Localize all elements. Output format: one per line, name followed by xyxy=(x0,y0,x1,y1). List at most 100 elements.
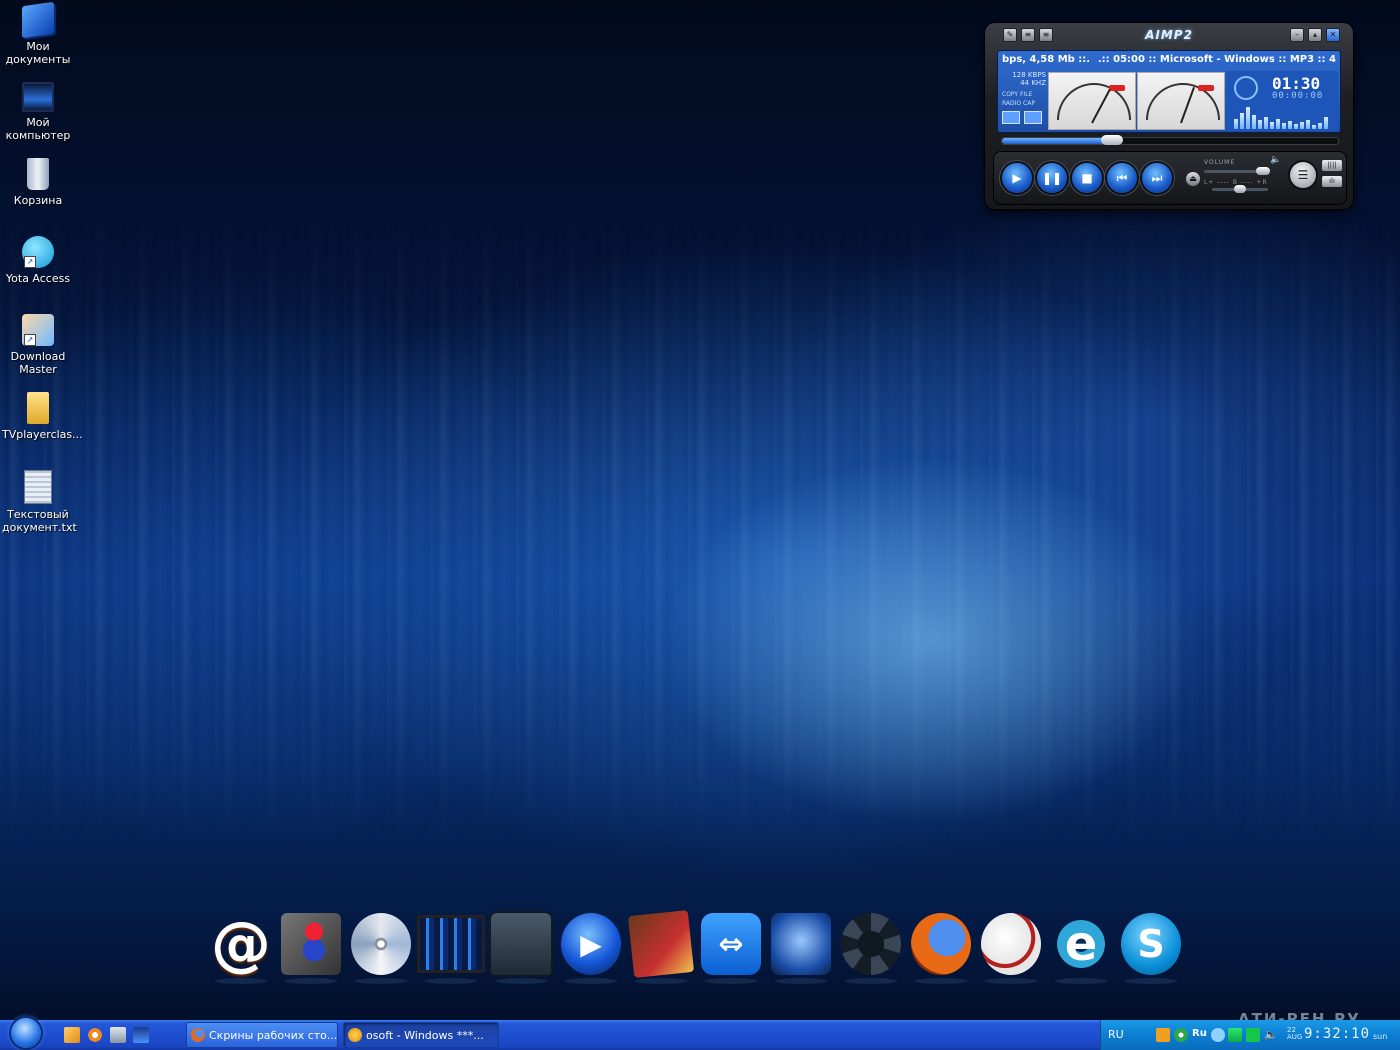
my-computer-icon xyxy=(22,82,54,112)
desktop-icon-label: Корзина xyxy=(13,194,63,207)
desktop-icon-my-computer[interactable]: Мой компьютер xyxy=(2,82,74,142)
seek-progress xyxy=(1002,138,1107,144)
folder-icon xyxy=(27,392,49,424)
tray-aimp-icon[interactable] xyxy=(1156,1028,1170,1042)
pause-icon: ❚❚ xyxy=(1041,171,1063,185)
tray-icq-icon[interactable] xyxy=(1174,1028,1188,1042)
dock-item-monitor[interactable] xyxy=(417,906,485,984)
playlist-toggle-button[interactable]: |||| xyxy=(1322,160,1342,171)
task-label: Скрины рабочих сто... xyxy=(209,1029,338,1042)
volume-label: VOLUME xyxy=(1204,159,1236,166)
dock-item-cards[interactable] xyxy=(627,906,695,984)
aimp-minimize-button[interactable]: – xyxy=(1290,28,1304,42)
dock-item-mario[interactable] xyxy=(277,906,345,984)
next-button[interactable]: ⏭ xyxy=(1142,163,1172,193)
samplerate-text: 44 KHZ xyxy=(1020,79,1046,87)
time-pane: 01:30 00:00:00 xyxy=(1226,71,1338,131)
start-button[interactable] xyxy=(11,1018,41,1048)
quicklaunch-media-icon[interactable] xyxy=(133,1027,149,1043)
balance-slider[interactable] xyxy=(1212,185,1268,193)
quicklaunch-show-desktop-icon[interactable] xyxy=(64,1027,80,1043)
headset-icon xyxy=(771,913,831,975)
next-icon: ⏭ xyxy=(1151,171,1163,185)
vu-meter-right xyxy=(1137,72,1225,130)
tray-yota-icon[interactable] xyxy=(1211,1028,1225,1042)
mario-icon xyxy=(281,913,341,975)
seek-handle[interactable] xyxy=(1101,135,1123,145)
aimp-repeat-button[interactable] xyxy=(1024,111,1042,124)
my-documents-icon xyxy=(22,1,54,39)
seek-bar[interactable] xyxy=(1001,135,1339,145)
desktop-icon-download-master[interactable]: ↗ Download Master xyxy=(2,314,74,376)
desktop-icon-tvplayer-folder[interactable]: TVplayerclas... xyxy=(2,392,83,441)
dock-item-opera[interactable] xyxy=(977,906,1045,984)
eject-icon: ⏏ xyxy=(1189,174,1197,183)
spectrum-analyzer xyxy=(1234,103,1334,129)
power-icon[interactable] xyxy=(1234,76,1258,100)
aimp-close-button[interactable]: ✕ xyxy=(1326,28,1340,42)
dock-item-settings[interactable] xyxy=(837,906,905,984)
desktop-icon-my-documents[interactable]: Мои документы xyxy=(2,1,74,66)
aimp-title-bar[interactable]: ✎ ≡ ≡ AIMP2 – ▴ ✕ xyxy=(985,25,1353,45)
play-icon: ▶ xyxy=(1012,171,1022,185)
desktop-icon-yota-access[interactable]: ↗ Yota Access xyxy=(2,236,74,285)
dock-item-firefox[interactable] xyxy=(907,906,975,984)
firefox-icon xyxy=(191,1028,205,1042)
firefox-icon xyxy=(911,913,971,975)
taskbar-button-aimp[interactable]: osoft - Windows ***... xyxy=(343,1022,499,1048)
dock-item-mail[interactable]: @ xyxy=(207,906,275,984)
stop-icon: ■ xyxy=(1081,171,1093,185)
aimp-display: bps, 4,58 Mb ::. .:: 05:00 :: Microsoft … xyxy=(997,50,1341,133)
desktop-icon-text-document[interactable]: Текстовый документ.txt xyxy=(2,470,77,534)
dock-item-briefcase[interactable] xyxy=(487,906,555,984)
eject-button[interactable]: ⏏ xyxy=(1186,172,1200,186)
menu-button[interactable]: ☰ xyxy=(1290,162,1316,188)
tray-keyboard-layout[interactable]: Ru xyxy=(1192,1028,1207,1039)
tray-network-icon[interactable] xyxy=(1246,1028,1260,1042)
desktop-icon-label: TVplayerclas... xyxy=(2,428,83,441)
desktop-icon-label: Download Master xyxy=(10,350,66,376)
stop-button[interactable]: ■ xyxy=(1072,163,1102,193)
teamviewer-icon: ⇔ xyxy=(701,913,761,975)
ie-icon: e xyxy=(1051,913,1111,975)
desktop-icon-recycle-bin[interactable]: Корзина xyxy=(2,158,74,207)
balance-handle[interactable] xyxy=(1234,185,1246,193)
vu-meter-left xyxy=(1048,72,1136,130)
tray-volume-icon[interactable]: 🔈 xyxy=(1264,1028,1278,1042)
taskbar-button-firefox[interactable]: Скрины рабочих сто... xyxy=(186,1022,338,1048)
tray-day-of-week: sun xyxy=(1373,1032,1388,1041)
dock-item-ie[interactable]: e xyxy=(1047,906,1115,984)
volume-handle[interactable] xyxy=(1256,167,1270,175)
dock-item-skype[interactable]: S xyxy=(1117,906,1185,984)
tray-clock[interactable]: 9:32:10 xyxy=(1304,1026,1370,1042)
flag-radio-text: RADIO CAP xyxy=(1002,100,1035,107)
yota-access-icon: ↗ xyxy=(22,236,54,268)
dock-item-media-player[interactable]: ▶ xyxy=(557,906,625,984)
marquee-left-text: bps, 4,58 Mb ::. xyxy=(1002,54,1091,65)
desktop-icon-label: Текстовый документ.txt xyxy=(2,508,77,534)
dock-item-teamviewer[interactable]: ⇔ xyxy=(697,906,765,984)
speaker-icon[interactable]: 🔈 xyxy=(1270,155,1281,165)
quicklaunch-mail-icon[interactable] xyxy=(87,1027,103,1043)
pause-button[interactable]: ❚❚ xyxy=(1037,163,1067,193)
language-indicator[interactable]: RU xyxy=(1108,1028,1124,1041)
cards-icon xyxy=(627,910,695,978)
tray-download-icon[interactable] xyxy=(1228,1028,1242,1042)
skype-icon: S xyxy=(1121,913,1181,975)
marquee-right-text: .:: 05:00 :: Microsoft - Windows :: MP3 … xyxy=(1097,54,1336,65)
play-button[interactable]: ▶ xyxy=(1002,163,1032,193)
aimp-mode-button[interactable] xyxy=(1002,111,1020,124)
previous-icon: ⏮ xyxy=(1116,171,1128,185)
previous-button[interactable]: ⏮ xyxy=(1107,163,1137,193)
shortcut-arrow-icon: ↗ xyxy=(24,334,36,346)
dock-item-disc[interactable] xyxy=(347,906,415,984)
tray-date: 22 AUG xyxy=(1287,1026,1303,1041)
aimp-mini-mode-button[interactable]: ▴ xyxy=(1308,28,1322,42)
aimp-controls: ▶ ❚❚ ■ ⏮ ⏭ ⏏ VOLUME 🔈 L+ ---- B ---- +R … xyxy=(993,151,1347,205)
quicklaunch-window-switch-icon[interactable] xyxy=(110,1027,126,1043)
briefcase-icon xyxy=(489,911,553,977)
aimp-player-window[interactable]: ✎ ≡ ≡ AIMP2 – ▴ ✕ bps, 4,58 Mb ::. .:: 0… xyxy=(985,23,1353,209)
volume-slider[interactable] xyxy=(1204,167,1270,175)
dock-item-headset[interactable] xyxy=(767,906,835,984)
equalizer-toggle-button[interactable]: ılı xyxy=(1322,176,1342,187)
